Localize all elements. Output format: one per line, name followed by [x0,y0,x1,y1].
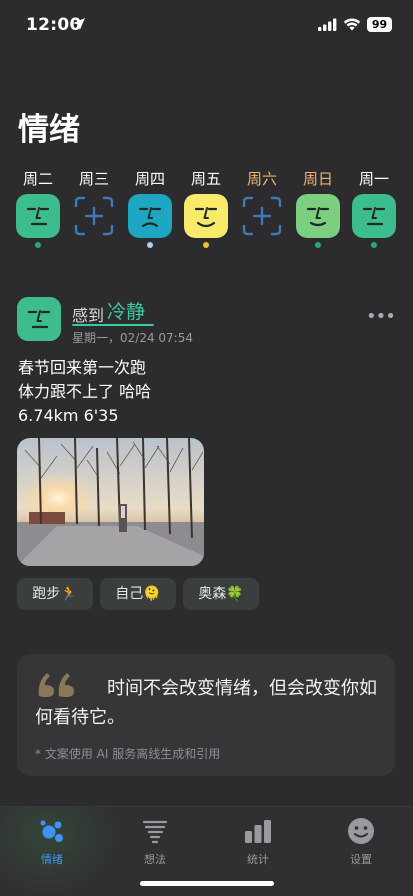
add-mood-icon [74,196,114,236]
content-face-icon [296,194,340,238]
tab-label: 情绪 [41,853,63,866]
tag-chip[interactable]: 自己🫠 [100,578,176,610]
feel-prefix: 感到 [72,306,105,325]
day-sun[interactable]: 周日 [290,168,346,248]
tab-label: 想法 [144,853,166,866]
day-tue[interactable]: 周二 [10,168,66,248]
tab-settings[interactable]: 设置 [331,813,391,869]
mood-underline [72,324,154,326]
cellular-signal-icon [318,18,337,31]
location-arrow-icon [73,18,85,30]
day-label: 周四 [134,170,165,188]
day-mon[interactable]: 周一 [346,168,402,248]
status-bar: 12:00 99 [0,0,413,50]
home-indicator [140,881,274,886]
bar-chart-icon [245,820,271,843]
day-fri[interactable]: 周五 [178,168,234,248]
mood-dot [147,242,153,248]
tab-mood[interactable]: 情绪 [22,813,82,869]
mood-dot [371,242,377,248]
quote-note: * 文案使用 AI 服务离线生成和引用 [35,747,221,761]
page-title: 情绪 [18,112,80,148]
quote-text: 时间不会改变情绪，但会改变你如何看待它。 [35,678,377,728]
wifi-icon [343,18,361,31]
day-wed[interactable]: 周三 [66,168,122,248]
day-label: 周二 [22,170,53,188]
happy-face-icon [184,194,228,238]
add-mood-icon [242,196,282,236]
day-label: 周五 [190,170,221,188]
day-label: 周六 [246,170,277,188]
day-label: 周日 [302,170,333,188]
mood-dot [203,242,209,248]
smiley-icon [348,818,374,844]
day-sat[interactable]: 周六 [234,168,290,248]
bubbles-icon [40,820,63,842]
tab-label: 统计 [247,853,269,866]
entry-text: 春节回来第一次跑 体力跟不上了 哈哈 6.74km 6'35 [18,356,151,428]
mood-dot [35,242,41,248]
tag-chip[interactable]: 跑步🏃 [17,578,93,610]
entry-line: 春节回来第一次跑 [18,358,147,377]
entry-date: 星期一，02/24 07:54 [72,331,193,345]
day-thu[interactable]: 周四 [122,168,178,248]
calm-face-icon [16,194,60,238]
sad-face-icon [128,194,172,238]
tab-stats[interactable]: 统计 [228,813,288,869]
day-label: 周三 [78,170,109,188]
battery-indicator: 99 [367,17,392,32]
tag-chip[interactable]: 奥森🍀 [183,578,259,610]
tornado-icon [142,820,168,844]
mood-dot [315,242,321,248]
day-label: 周一 [358,170,389,188]
quote-card: 时间不会改变情绪，但会改变你如何看待它。 * 文案使用 AI 服务离线生成和引用 [17,654,395,776]
tab-thoughts[interactable]: 想法 [125,813,185,869]
week-strip: 周二 周三 周四 周五 周六 周日 周一 [10,168,410,248]
more-options-button[interactable]: ••• [366,308,396,330]
entry-line: 6.74km 6'35 [18,406,119,425]
tab-label: 设置 [350,853,372,866]
entry-photo[interactable] [17,438,204,566]
entry-line: 体力跟不上了 哈哈 [18,382,152,401]
calm-face-icon [17,297,61,341]
calm-face-icon [352,194,396,238]
mood-word[interactable]: 冷静 [107,297,145,324]
